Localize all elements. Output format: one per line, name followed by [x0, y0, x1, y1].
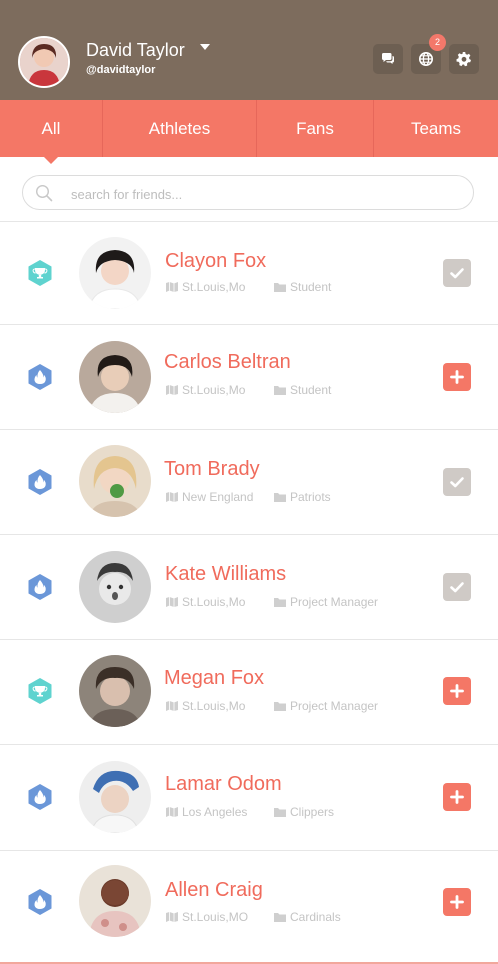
notification-badge: 2: [429, 34, 446, 51]
map-icon: [166, 492, 178, 502]
person-org: Clippers: [290, 805, 335, 819]
person-location: St.Louis,MO: [182, 910, 249, 924]
person-org: Cardinals: [290, 910, 341, 924]
list-item[interactable]: Carlos Beltran St.Louis,Mo Student: [0, 325, 498, 430]
user-avatar[interactable]: [18, 36, 70, 88]
avatar[interactable]: [79, 237, 151, 309]
search-input[interactable]: [69, 182, 463, 206]
avatar[interactable]: [79, 865, 151, 937]
folder-icon: [274, 283, 286, 292]
avatar[interactable]: [79, 655, 151, 727]
plus-icon: [450, 684, 464, 698]
added-button[interactable]: [443, 573, 471, 601]
user-handle: @davidtaylor: [86, 64, 156, 76]
folder-icon: [274, 598, 286, 607]
tab-bar: All Athletes Fans Teams: [0, 100, 498, 164]
map-icon: [166, 701, 178, 711]
map-icon: [166, 912, 178, 922]
person-name[interactable]: Kate Williams: [165, 563, 286, 586]
tab-all[interactable]: All: [0, 100, 103, 164]
tab-athletes[interactable]: Athletes: [103, 100, 257, 157]
chat-icon: [382, 53, 394, 64]
flame-badge-icon: [28, 889, 52, 915]
map-icon: [166, 282, 178, 292]
trophy-badge-icon: [28, 260, 52, 286]
person-org: Student: [290, 383, 332, 397]
person-location: St.Louis,Mo: [182, 595, 246, 609]
trophy-badge-icon: [28, 678, 52, 704]
plus-icon: [450, 790, 464, 804]
user-name[interactable]: David Taylor: [86, 40, 185, 61]
list-item[interactable]: Allen Craig St.Louis,MO Cardinals: [0, 851, 498, 964]
check-icon: [450, 582, 464, 593]
person-name[interactable]: Megan Fox: [164, 667, 264, 690]
flame-badge-icon: [28, 574, 52, 600]
avatar[interactable]: [79, 445, 151, 517]
list-item[interactable]: Kate Williams St.Louis,Mo Project Manage…: [0, 535, 498, 640]
person-location: Los Angeles: [182, 805, 248, 819]
person-org: Project Manager: [290, 699, 379, 713]
avatar[interactable]: [79, 761, 151, 833]
list-item[interactable]: Clayon Fox St.Louis,Mo Student: [0, 222, 498, 325]
tab-teams[interactable]: Teams: [374, 100, 498, 157]
globe-icon: [419, 52, 433, 66]
avatar[interactable]: [79, 551, 151, 623]
person-org: Student: [290, 280, 332, 294]
check-icon: [450, 268, 464, 279]
person-name[interactable]: Clayon Fox: [165, 250, 266, 273]
search-icon: [35, 184, 53, 202]
gear-icon: [456, 52, 471, 67]
add-button[interactable]: [443, 363, 471, 391]
map-icon: [166, 385, 178, 395]
added-button[interactable]: [443, 259, 471, 287]
chat-button[interactable]: [373, 44, 403, 74]
person-name[interactable]: Lamar Odom: [165, 773, 282, 796]
person-location: New England: [182, 490, 254, 504]
map-icon: [166, 597, 178, 607]
flame-badge-icon: [28, 784, 52, 810]
person-location: St.Louis,Mo: [182, 383, 246, 397]
person-name[interactable]: Allen Craig: [165, 879, 263, 902]
add-button[interactable]: [443, 677, 471, 705]
added-button[interactable]: [443, 468, 471, 496]
avatar[interactable]: [79, 341, 151, 413]
plus-icon: [450, 370, 464, 384]
person-location: St.Louis,Mo: [182, 280, 246, 294]
person-org: Patriots: [290, 490, 331, 504]
list-item[interactable]: Lamar Odom Los Angeles Clippers: [0, 745, 498, 851]
flame-badge-icon: [28, 469, 52, 495]
folder-icon: [274, 808, 286, 817]
list-item[interactable]: Tom Brady New England Patriots: [0, 430, 498, 535]
person-name[interactable]: Carlos Beltran: [164, 351, 291, 374]
add-button[interactable]: [443, 783, 471, 811]
folder-icon: [274, 386, 286, 395]
check-icon: [450, 477, 464, 488]
person-name[interactable]: Tom Brady: [164, 458, 260, 481]
person-location: St.Louis,Mo: [182, 699, 246, 713]
friends-app: David Taylor @davidtaylor 2 All Athletes…: [0, 0, 498, 964]
search-bar: [22, 175, 474, 210]
folder-icon: [274, 702, 286, 711]
folder-icon: [274, 493, 286, 502]
map-icon: [166, 807, 178, 817]
chevron-down-icon[interactable]: [200, 44, 210, 50]
list-item[interactable]: Megan Fox St.Louis,Mo Project Manager: [0, 640, 498, 745]
header: David Taylor @davidtaylor 2: [0, 0, 498, 100]
folder-icon: [274, 913, 286, 922]
tab-fans[interactable]: Fans: [257, 100, 374, 157]
add-button[interactable]: [443, 888, 471, 916]
person-org: Project Manager: [290, 595, 379, 609]
settings-button[interactable]: [449, 44, 479, 74]
plus-icon: [450, 895, 464, 909]
flame-badge-icon: [28, 364, 52, 390]
